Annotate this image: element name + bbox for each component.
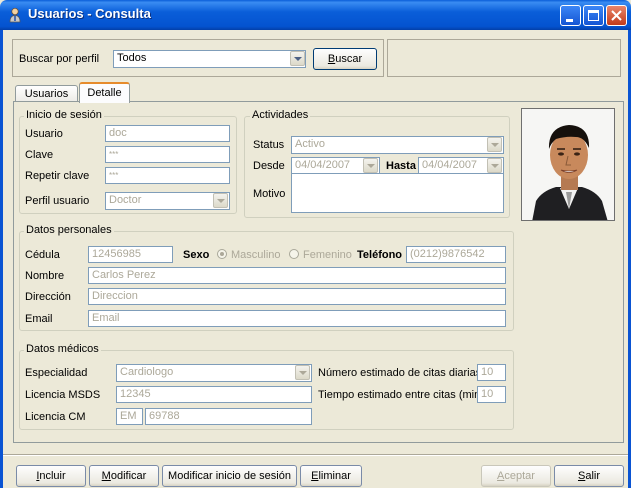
window-frame-left xyxy=(0,30,3,488)
maximize-icon xyxy=(588,10,599,21)
msds-license-field[interactable]: 12345 xyxy=(116,386,312,403)
from-date-dropdown-icon[interactable] xyxy=(363,158,378,173)
user-label: Usuario xyxy=(25,128,63,140)
daily-appointments-label: Número estimado de citas diarias xyxy=(318,367,482,379)
status-label: Status xyxy=(253,139,285,151)
specialty-select[interactable]: Cardiologo xyxy=(116,364,312,382)
login-legend: Inicio de sesión xyxy=(24,109,104,121)
search-profile-value: Todos xyxy=(117,52,147,64)
user-icon xyxy=(7,7,23,23)
sex-female-radio[interactable] xyxy=(289,249,299,259)
daily-appointments-field[interactable]: 10 xyxy=(477,364,506,381)
phone-label: Teléfono xyxy=(357,249,403,261)
email-label: Email xyxy=(25,313,53,325)
close-icon xyxy=(611,10,622,21)
status-dropdown-icon[interactable] xyxy=(487,137,502,152)
search-profile-label: Buscar por perfil xyxy=(19,53,100,65)
repeat-password-field[interactable]: *** xyxy=(105,167,230,184)
modify-button[interactable]: Modificar xyxy=(89,465,159,487)
address-field[interactable]: Direccion xyxy=(88,288,506,305)
user-profile-dropdown-icon[interactable] xyxy=(213,193,228,208)
address-label: Dirección xyxy=(25,291,71,303)
name-label: Nombre xyxy=(25,270,65,282)
appointment-interval-label: Tiempo estimado entre citas (min) xyxy=(318,389,484,401)
from-date-label: Desde xyxy=(253,160,285,172)
sex-label: Sexo xyxy=(183,249,210,261)
minimize-button[interactable] xyxy=(560,5,581,26)
accept-button[interactable]: Aceptar xyxy=(481,465,551,487)
modify-login-button[interactable]: Modificar inicio de sesión xyxy=(162,465,297,487)
id-label: Cédula xyxy=(25,249,60,261)
delete-button[interactable]: Eliminar xyxy=(300,465,362,487)
repeat-password-label: Repetir clave xyxy=(25,170,90,182)
cm-license-label: Licencia CM xyxy=(25,411,86,423)
to-date-label: Hasta xyxy=(386,160,416,172)
user-field[interactable]: doc xyxy=(105,125,230,142)
search-button[interactable]: Buscar xyxy=(313,48,377,70)
name-field[interactable]: Carlos Perez xyxy=(88,267,506,284)
footer-separator xyxy=(3,454,628,456)
search-profile-dropdown-icon[interactable] xyxy=(290,51,305,66)
email-field[interactable]: Email xyxy=(88,310,506,327)
tab-detalle[interactable]: Detalle xyxy=(79,82,130,103)
id-field[interactable]: 12456985 xyxy=(88,246,173,263)
msds-license-label: Licencia MSDS xyxy=(25,389,101,401)
specialty-dropdown-icon[interactable] xyxy=(295,365,310,380)
to-date-dropdown-icon[interactable] xyxy=(487,158,502,173)
close-button[interactable] xyxy=(606,5,627,26)
tab-usuarios-label: Usuarios xyxy=(24,88,69,100)
reason-label: Motivo xyxy=(253,188,286,200)
maximize-button[interactable] xyxy=(583,5,604,26)
reason-textarea[interactable] xyxy=(291,173,504,213)
tab-usuarios[interactable]: Usuarios xyxy=(15,85,78,102)
personal-data-legend: Datos personales xyxy=(24,224,114,236)
tab-detalle-label: Detalle xyxy=(87,87,122,99)
sex-female-label: Femenino xyxy=(303,249,352,261)
sex-male-radio[interactable] xyxy=(217,249,227,259)
add-button[interactable]: Incluir xyxy=(16,465,86,487)
phone-field[interactable]: (0212)9876542 xyxy=(406,246,506,263)
user-profile-select[interactable]: Doctor xyxy=(105,192,230,210)
minimize-icon xyxy=(566,19,573,22)
cm-license-field[interactable]: 69788 xyxy=(145,408,312,425)
window-title: Usuarios - Consulta xyxy=(28,6,151,21)
status-select[interactable]: Activo xyxy=(291,136,504,154)
specialty-label: Especialidad xyxy=(25,367,88,379)
user-profile-label: Perfil usuario xyxy=(25,195,90,207)
password-field[interactable]: *** xyxy=(105,146,230,163)
medical-data-legend: Datos médicos xyxy=(24,343,101,355)
activities-legend: Actividades xyxy=(250,109,311,121)
sex-male-label: Masculino xyxy=(231,249,281,261)
cm-license-prefix-field[interactable]: EM xyxy=(116,408,143,425)
appointment-interval-field[interactable]: 10 xyxy=(477,386,506,403)
user-photo xyxy=(521,108,615,221)
exit-button[interactable]: Salir xyxy=(554,465,624,487)
status-panel xyxy=(387,39,621,77)
password-label: Clave xyxy=(25,149,54,161)
search-profile-select[interactable]: Todos xyxy=(113,50,306,68)
